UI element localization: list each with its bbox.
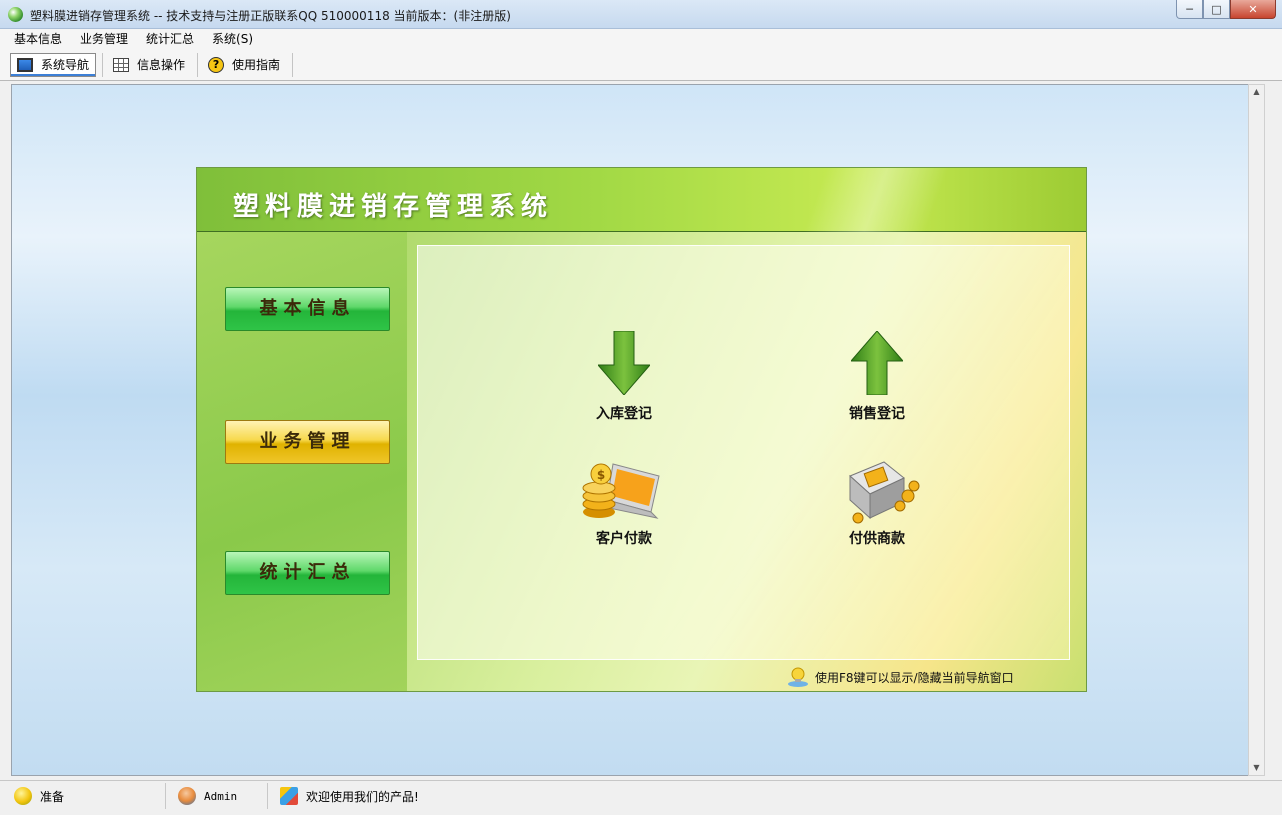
menu-statistics[interactable]: 统计汇总	[140, 29, 200, 49]
side-button-basic-info[interactable]: 基本信息	[225, 287, 390, 331]
title-bar: 塑料膜进销存管理系统 -- 技术支持与注册正版联系QQ 510000118 当前…	[0, 0, 1282, 29]
status-bar: 准备 Admin 欢迎使用我们的产品!	[0, 780, 1282, 815]
navigation-panel: 塑料膜进销存管理系统 基本信息 业务管理 统计汇总 入库登记 销售登记 $ 客户…	[196, 167, 1087, 692]
window-controls: ─ □ ✕	[1176, 0, 1276, 19]
nav-item-sales[interactable]: 销售登记	[822, 331, 932, 423]
side-button-business[interactable]: 业务管理	[225, 420, 390, 464]
status-user: Admin	[168, 783, 268, 809]
status-state-text: 准备	[40, 789, 65, 804]
grid-icon	[113, 57, 130, 72]
arrow-down-icon	[594, 331, 654, 401]
status-message-text: 欢迎使用我们的产品!	[306, 789, 419, 804]
toolbar-info-ops-button[interactable]: 信息操作	[107, 53, 191, 77]
toolbar: 系统导航 信息操作 ? 使用指南	[0, 49, 1282, 81]
toolbar-separator	[102, 52, 104, 77]
side-button-statistics[interactable]: 统计汇总	[225, 551, 390, 595]
product-cubes-icon	[280, 787, 298, 805]
status-state: 准备	[4, 783, 166, 809]
status-message: 欢迎使用我们的产品!	[270, 783, 1276, 809]
window-title: 塑料膜进销存管理系统 -- 技术支持与注册正版联系QQ 510000118 当前…	[30, 9, 511, 23]
app-icon	[8, 7, 23, 22]
menu-business[interactable]: 业务管理	[74, 29, 134, 49]
toolbar-system-nav-button[interactable]: 系统导航	[10, 52, 97, 77]
toolbar-separator	[292, 52, 294, 77]
arrow-up-icon	[847, 331, 907, 401]
nav-item-supplier-payment[interactable]: 付供商款	[822, 456, 932, 548]
monitor-icon	[17, 57, 33, 72]
panel-header: 塑料膜进销存管理系统	[197, 168, 1086, 232]
coins-laptop-icon: $	[582, 456, 660, 526]
vertical-scrollbar[interactable]: ▲ ▼	[1248, 84, 1265, 776]
nav-item-stock-in[interactable]: 入库登记	[569, 331, 679, 423]
nav-item-customer-payment[interactable]: $ 客户付款	[569, 456, 679, 548]
toolbar-info-ops-label: 信息操作	[137, 58, 186, 72]
status-user-text: Admin	[204, 789, 238, 803]
nav-item-sales-label: 销售登记	[849, 406, 905, 422]
panel-title: 塑料膜进销存管理系统	[233, 192, 554, 222]
menu-bar: 基本信息 业务管理 统计汇总 系统(S)	[0, 29, 1282, 49]
scroll-down-icon[interactable]: ▼	[1249, 761, 1264, 775]
help-icon: ?	[208, 56, 225, 73]
nav-item-customer-payment-label: 客户付款	[596, 531, 652, 547]
toolbar-system-nav-label: 系统导航	[41, 58, 90, 72]
f8-hint: 使用F8键可以显示/隐藏当前导航窗口	[787, 666, 1014, 688]
coins-safe-icon	[847, 456, 920, 526]
maximize-button[interactable]: □	[1203, 0, 1230, 19]
menu-basic-info[interactable]: 基本信息	[8, 29, 68, 49]
nav-item-supplier-payment-label: 付供商款	[849, 531, 905, 547]
panel-content-area	[417, 245, 1070, 660]
toolbar-guide-label: 使用指南	[232, 58, 281, 72]
user-icon	[178, 787, 196, 805]
close-button[interactable]: ✕	[1230, 0, 1276, 19]
minimize-button[interactable]: ─	[1176, 0, 1203, 19]
nav-item-stock-in-label: 入库登记	[596, 406, 652, 422]
svg-text:$: $	[597, 468, 605, 482]
menu-system[interactable]: 系统(S)	[206, 29, 259, 49]
lightbulb-icon	[787, 666, 809, 688]
scroll-up-icon[interactable]: ▲	[1249, 85, 1264, 99]
toolbar-separator	[197, 52, 199, 77]
lightbulb-icon	[14, 787, 32, 805]
f8-hint-text: 使用F8键可以显示/隐藏当前导航窗口	[815, 670, 1014, 685]
toolbar-guide-button[interactable]: ? 使用指南	[202, 53, 286, 77]
